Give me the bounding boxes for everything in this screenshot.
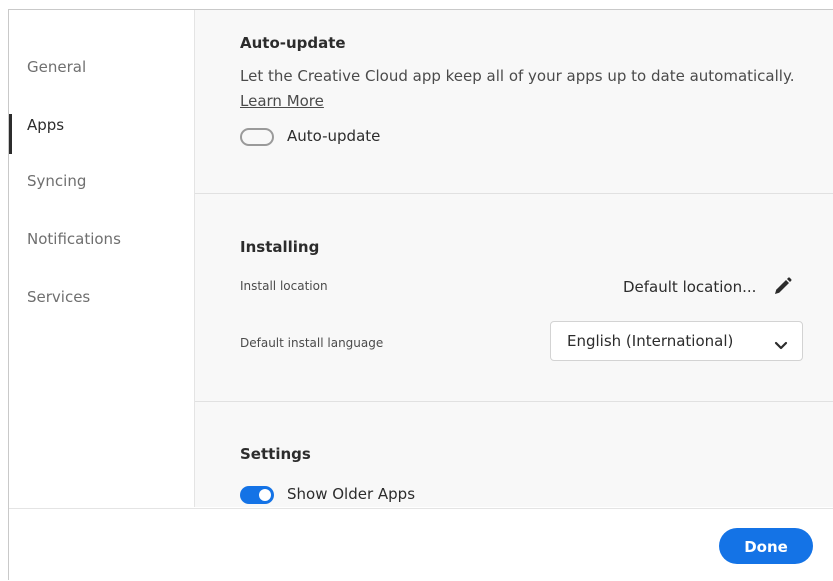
sidebar-item-general[interactable]: General <box>27 58 86 76</box>
auto-update-description: Let the Creative Cloud app keep all of y… <box>240 67 795 85</box>
sidebar-item-syncing[interactable]: Syncing <box>27 172 86 190</box>
default-install-language-label: Default install language <box>240 336 384 350</box>
toggle-knob <box>259 489 271 501</box>
auto-update-toggle[interactable] <box>240 128 274 146</box>
active-nav-indicator <box>9 114 12 154</box>
section-divider <box>195 193 833 194</box>
settings-content: Auto-update Let the Creative Cloud app k… <box>195 10 833 507</box>
toggle-knob <box>244 132 254 142</box>
sidebar: General Apps Syncing Notifications Servi… <box>9 10 195 507</box>
section-divider <box>195 401 833 402</box>
learn-more-link[interactable]: Learn More <box>240 92 324 110</box>
install-language-select[interactable]: English (International) <box>550 321 803 361</box>
installing-heading: Installing <box>240 238 320 256</box>
sidebar-item-notifications[interactable]: Notifications <box>27 230 121 248</box>
install-location-label: Install location <box>240 279 328 293</box>
sidebar-item-services[interactable]: Services <box>27 288 90 306</box>
done-button[interactable]: Done <box>719 528 813 564</box>
auto-update-toggle-label: Auto-update <box>287 127 381 145</box>
dialog-footer: Done <box>9 508 833 581</box>
sidebar-item-apps[interactable]: Apps <box>27 116 64 134</box>
show-older-apps-label: Show Older Apps <box>287 485 416 503</box>
pencil-icon[interactable] <box>771 276 793 298</box>
auto-update-heading: Auto-update <box>240 34 346 52</box>
install-language-value: English (International) <box>567 332 734 350</box>
settings-heading: Settings <box>240 445 311 463</box>
chevron-down-icon <box>774 336 788 350</box>
install-location-value[interactable]: Default location... <box>623 278 756 296</box>
show-older-apps-toggle[interactable] <box>240 486 274 504</box>
